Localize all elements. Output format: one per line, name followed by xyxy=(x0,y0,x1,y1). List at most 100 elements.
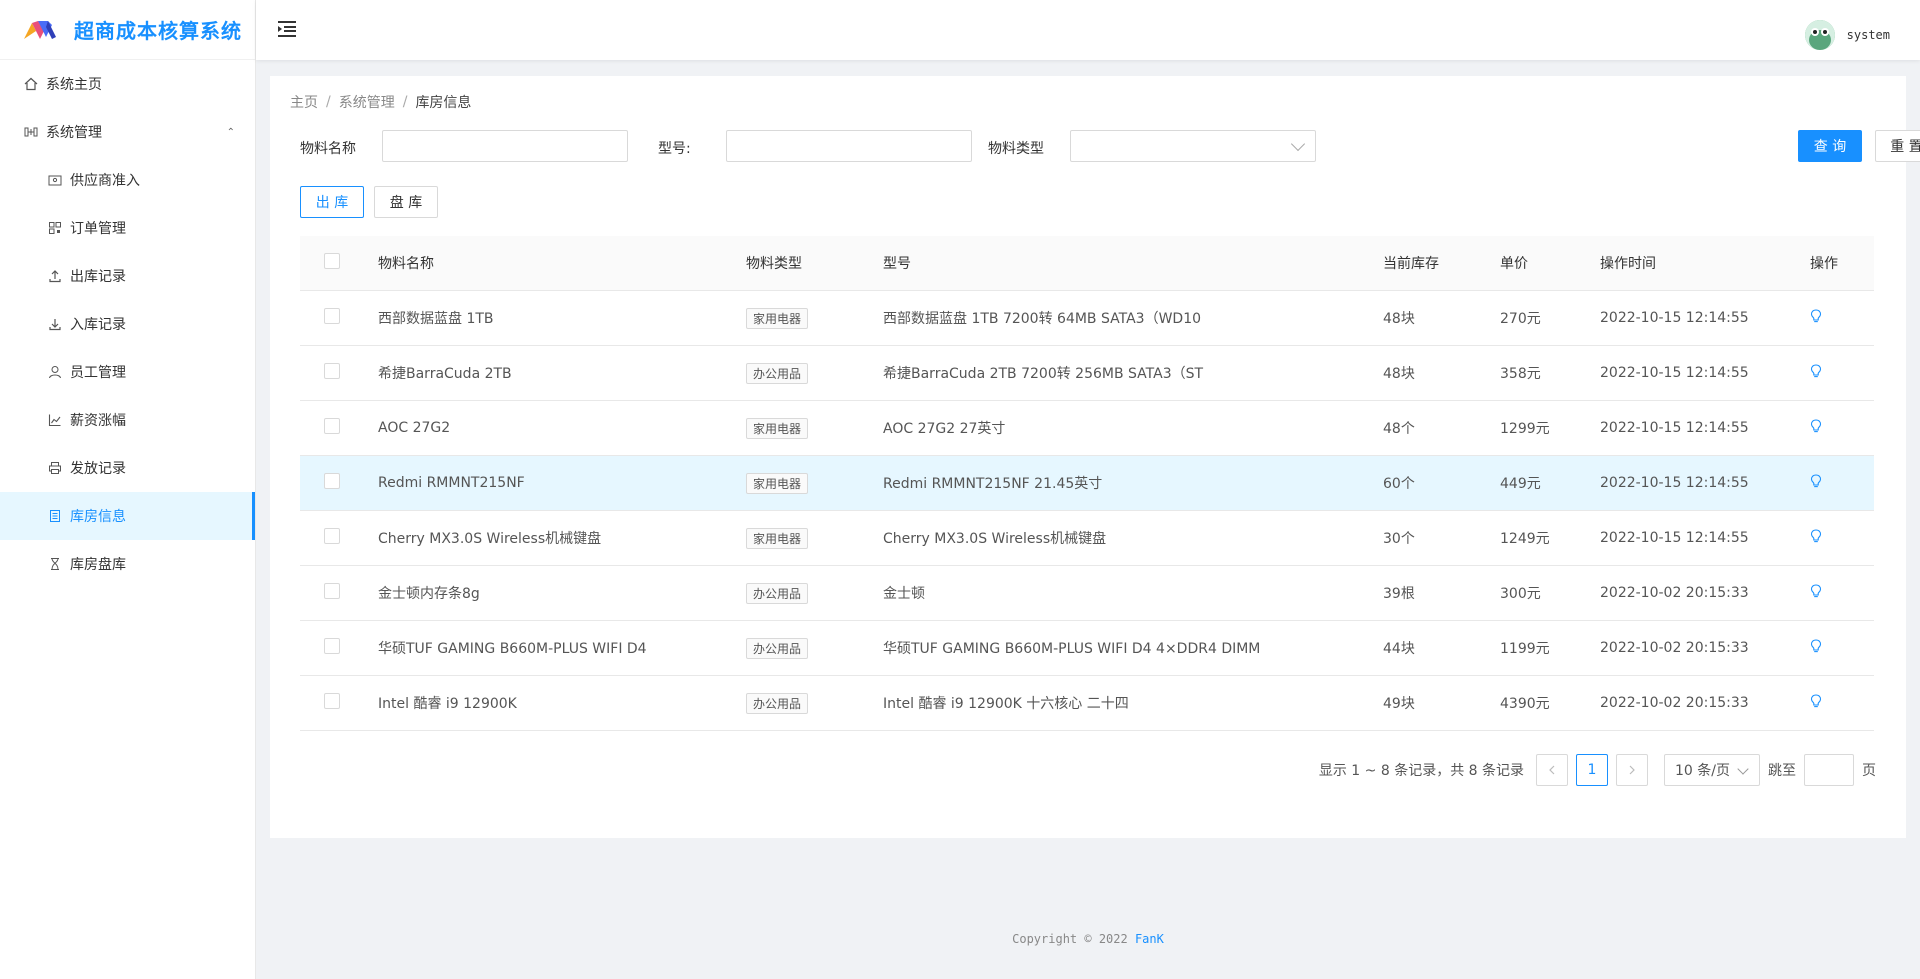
sidebar-item[interactable]: 订单管理 xyxy=(0,204,255,252)
bulb-icon[interactable] xyxy=(1810,309,1822,323)
content-card: 主页 / 系统管理 / 库房信息 物料名称 型号: 物料类型 查 询 重 置 出… xyxy=(270,76,1920,838)
bulb-icon[interactable] xyxy=(1810,529,1822,543)
pagination: 显示 1 ~ 8 条记录，共 8 条记录 1 10 条/页 跳至 页 xyxy=(1319,754,1876,786)
material-type-tag: 家用电器 xyxy=(746,527,809,549)
chevron-up-icon: ⌃ xyxy=(226,126,235,138)
bulb-icon[interactable] xyxy=(1810,419,1822,433)
pagination-total: 显示 1 ~ 8 条记录，共 8 条记录 xyxy=(1318,763,1524,779)
cell-price: 358元 xyxy=(1500,366,1541,382)
filter-form: 物料名称 型号: 物料类型 查 询 重 置 xyxy=(300,130,1920,164)
page-size-select[interactable]: 10 条/页 xyxy=(1664,754,1760,786)
table-row[interactable]: 华硕TUF GAMING B660M-PLUS WIFI D4 办公用品 华硕TUF… xyxy=(300,621,1874,676)
next-page-button[interactable] xyxy=(1616,754,1648,786)
menu-fold-icon[interactable] xyxy=(276,18,298,40)
sidebar-item[interactable]: 供应商准入 xyxy=(0,156,255,204)
row-checkbox[interactable] xyxy=(324,693,340,709)
reset-button[interactable]: 重 置 xyxy=(1875,130,1920,162)
column-header: 单价 xyxy=(1500,256,1528,272)
model-label: 型号: xyxy=(658,141,691,157)
user-menu[interactable]: system xyxy=(1804,20,1890,50)
breadcrumb-home[interactable]: 主页 xyxy=(290,92,318,112)
select-all-checkbox[interactable] xyxy=(324,253,340,269)
table-row[interactable]: AOC 27G2 家用电器 AOC 27G2 27英寸 48个 1299元 2022-10… xyxy=(300,401,1874,456)
sidebar-item[interactable]: 入库记录 xyxy=(0,300,255,348)
cell-name: 西部数据蓝盘 1TB xyxy=(378,311,494,327)
sidebar-item-label: 出库记录 xyxy=(70,269,126,285)
table-body: 西部数据蓝盘 1TB 家用电器 西部数据蓝盘 1TB 7200转 64MB SATA… xyxy=(300,291,1874,731)
bulb-icon[interactable] xyxy=(1810,364,1822,378)
material-type-tag: 家用电器 xyxy=(746,472,809,494)
inventory-table: 物料名称 物料类型 型号 当前库存 单价 操作时间 操作 西部数据蓝盘 1TB 家… xyxy=(300,236,1874,731)
material-type-select[interactable] xyxy=(1070,130,1316,162)
stock-out-button[interactable]: 出 库 xyxy=(300,186,364,218)
sidebar-item[interactable]: 系统主页 xyxy=(0,60,255,108)
material-name-input[interactable] xyxy=(382,130,628,162)
stock-check-button[interactable]: 盘 库 xyxy=(374,186,438,218)
cell-model: AOC 27G2 27英寸 xyxy=(883,421,1006,437)
cell-stock: 60个 xyxy=(1383,476,1415,492)
row-checkbox[interactable] xyxy=(324,363,340,379)
cell-name: 华硕TUF GAMING B660M-PLUS WIFI D4 xyxy=(378,641,647,657)
page-button[interactable]: 1 xyxy=(1576,754,1608,786)
breadcrumb-system[interactable]: 系统管理 xyxy=(339,92,395,112)
cell-stock: 30个 xyxy=(1383,531,1415,547)
sidebar-item-label: 系统管理 xyxy=(46,125,102,141)
row-checkbox[interactable] xyxy=(324,473,340,489)
sidebar-item-label: 薪资涨幅 xyxy=(70,413,126,429)
chevron-right-icon xyxy=(1629,765,1635,775)
footer: Copyright © 2022 FanK xyxy=(256,932,1920,946)
line-chart-icon xyxy=(48,413,62,427)
bulb-icon[interactable] xyxy=(1810,639,1822,653)
table-row[interactable]: Redmi RMMNT215NF 家用电器 Redmi RMMNT215NF 21.… xyxy=(300,456,1874,511)
row-checkbox[interactable] xyxy=(324,583,340,599)
sidebar-item-label: 订单管理 xyxy=(70,221,126,237)
sidebar-item[interactable]: 薪资涨幅 xyxy=(0,396,255,444)
bulb-icon[interactable] xyxy=(1810,694,1822,708)
sidebar-item[interactable]: 库房盘库 xyxy=(0,540,255,588)
username: system xyxy=(1846,28,1890,42)
sidebar-item[interactable]: 发放记录 xyxy=(0,444,255,492)
query-button[interactable]: 查 询 xyxy=(1798,130,1862,162)
table-row[interactable]: Cherry MX3.0S Wireless机械键盘 家用电器 Cherry MX3… xyxy=(300,511,1874,566)
jump-page-input[interactable] xyxy=(1804,754,1854,786)
sidebar-item-label: 库房信息 xyxy=(70,509,126,525)
sidebar-item[interactable]: 库房信息 xyxy=(0,492,255,540)
chevron-left-icon xyxy=(1549,765,1555,775)
cell-time: 2022-10-02 20:15:33 xyxy=(1600,585,1749,601)
model-input[interactable] xyxy=(726,130,972,162)
row-checkbox[interactable] xyxy=(324,528,340,544)
cell-name: 希捷BarraCuda 2TB xyxy=(378,366,512,382)
bulb-icon[interactable] xyxy=(1810,584,1822,598)
table-row[interactable]: 金士顿内存条8g 办公用品 金士顿 39根 300元 2022-10-02 20:15:3… xyxy=(300,566,1874,621)
prev-page-button[interactable] xyxy=(1536,754,1568,786)
material-type-tag: 办公用品 xyxy=(746,692,809,714)
breadcrumb-current: 库房信息 xyxy=(415,95,472,111)
cell-price: 449元 xyxy=(1500,476,1541,492)
cell-time: 2022-10-15 12:14:55 xyxy=(1600,475,1749,491)
table-row[interactable]: 希捷BarraCuda 2TB 办公用品 希捷BarraCuda 2TB 7200转… xyxy=(300,346,1874,401)
cell-model: 华硕TUF GAMING B660M-PLUS WIFI D4 4×DDR4 D… xyxy=(883,641,1261,657)
home-icon xyxy=(24,77,38,91)
download-icon xyxy=(48,317,62,331)
cell-model: Intel 酷睿 i9 12900K 十六核心 二十四 xyxy=(883,696,1129,712)
sidebar-item[interactable]: 员工管理 xyxy=(0,348,255,396)
sidebar-item[interactable]: 出库记录 xyxy=(0,252,255,300)
table-row[interactable]: 西部数据蓝盘 1TB 家用电器 西部数据蓝盘 1TB 7200转 64MB SATA… xyxy=(300,291,1874,346)
sidebar-item-label: 员工管理 xyxy=(70,365,126,381)
sidebar: 超商成本核算系统 系统主页系统管理 ⌃ 供应商准入订单管理出库记录入库记录员工管理薪… xyxy=(0,0,256,979)
sidebar-item[interactable]: 系统管理 ⌃ xyxy=(0,108,255,156)
material-name-label: 物料名称 xyxy=(300,141,356,157)
row-checkbox[interactable] xyxy=(324,638,340,654)
row-checkbox[interactable] xyxy=(324,308,340,324)
row-checkbox[interactable] xyxy=(324,418,340,434)
author-link[interactable]: FanK xyxy=(1135,932,1164,946)
cell-model: Redmi RMMNT215NF 21.45英寸 xyxy=(883,476,1103,492)
material-type-tag: 办公用品 xyxy=(746,637,809,659)
cell-price: 270元 xyxy=(1500,311,1541,327)
logo[interactable]: 超商成本核算系统 xyxy=(0,0,255,60)
cell-price: 1249元 xyxy=(1500,531,1550,547)
bulb-icon[interactable] xyxy=(1810,474,1822,488)
table-row[interactable]: Intel 酷睿 i9 12900K 办公用品 Intel 酷睿 i9 12900K… xyxy=(300,676,1874,731)
cell-name: 金士顿内存条8g xyxy=(378,586,480,602)
cell-model: 希捷BarraCuda 2TB 7200转 256MB SATA3（ST xyxy=(883,366,1204,382)
